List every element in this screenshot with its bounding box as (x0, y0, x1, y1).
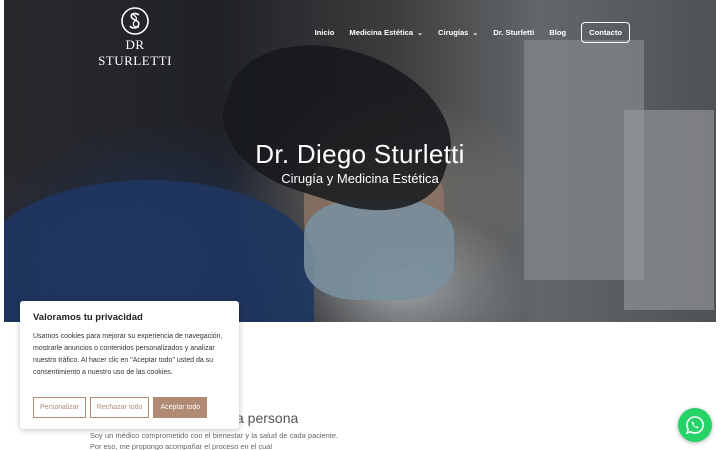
accept-all-button[interactable]: Aceptar todo (153, 397, 208, 418)
about-body: Soy un médico comprometido con el bienes… (90, 431, 338, 450)
about-title-text: a persona (236, 410, 299, 426)
nav-label: Cirugías (438, 28, 469, 37)
cookie-title: Valoramos tu privacidad (33, 312, 143, 323)
contact-button[interactable]: Contacto (581, 22, 630, 43)
nav-label: Medicina Estética (349, 28, 414, 37)
whatsapp-icon (685, 416, 704, 435)
site-logo[interactable]: DR STURLETTI (94, 6, 176, 68)
hero-subtitle: Cirugía y Medicina Estética (281, 171, 439, 186)
chevron-down-icon: ⌄ (472, 29, 479, 37)
main-nav: Inicio Medicina Estética ⌄ Cirugías ⌄ Dr… (315, 22, 630, 43)
nav-item-inicio[interactable]: Inicio (315, 28, 335, 37)
ds-monogram-icon (121, 7, 149, 35)
cookie-banner: Valoramos tu privacidad Usamos cookies p… (20, 301, 239, 429)
customize-button[interactable]: Personalizar (33, 397, 86, 418)
reject-all-button[interactable]: Rechazar todo (89, 397, 150, 418)
whatsapp-button[interactable] (678, 408, 712, 442)
cookie-buttons: Personalizar Rechazar todo Aceptar todo (33, 397, 208, 418)
cookie-text: Usamos cookies para mejorar su experienc… (33, 333, 223, 376)
nav-item-medicina-estetica[interactable]: Medicina Estética ⌄ (349, 28, 423, 37)
chevron-down-icon: ⌄ (417, 29, 424, 37)
page: DR STURLETTI Inicio Medicina Estética ⌄ … (0, 0, 720, 450)
nav-item-cirugias[interactable]: Cirugías ⌄ (438, 28, 478, 37)
nav-label: Blog (549, 28, 567, 37)
hero-title: Dr. Diego Sturletti (255, 139, 465, 169)
nav-item-blog[interactable]: Blog (549, 28, 566, 37)
nav-label: Dr. Sturletti (493, 28, 535, 37)
nav-label: Inicio (314, 28, 335, 37)
nav-item-dr-sturletti[interactable]: Dr. Sturletti (493, 28, 534, 37)
logo-text: DR STURLETTI (98, 37, 172, 68)
